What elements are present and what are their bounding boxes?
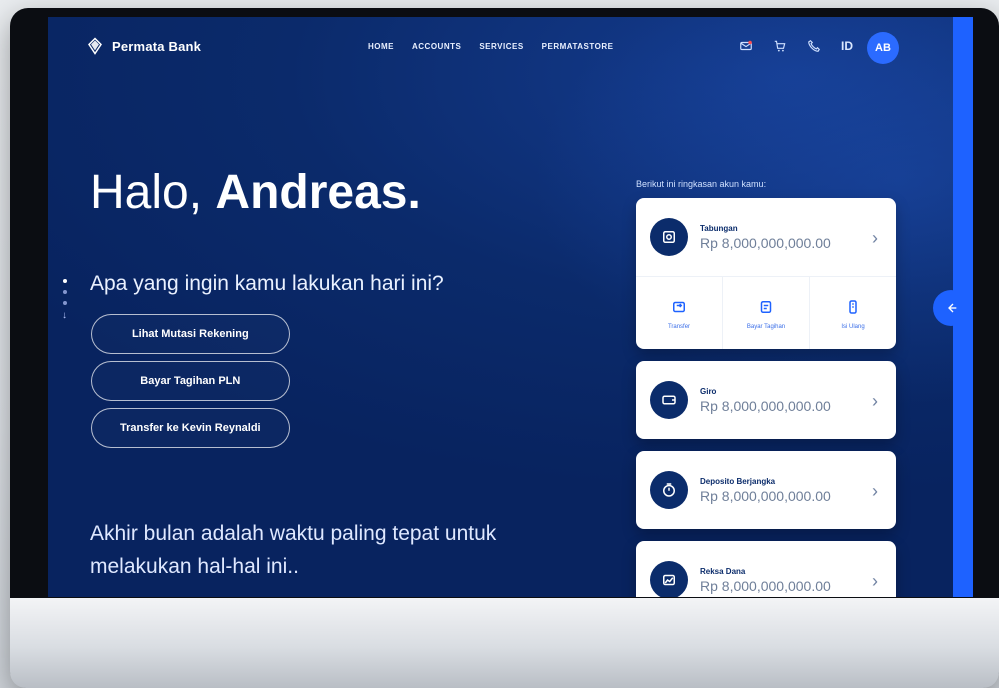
chevron-right-icon[interactable]: ›: [872, 481, 878, 502]
greeting-name: Andreas.: [215, 166, 421, 219]
chevron-right-icon[interactable]: ›: [872, 391, 878, 412]
action-bayar-tagihan-pln[interactable]: Bayar Tagihan PLN: [91, 361, 290, 401]
phone-icon[interactable]: [807, 39, 821, 53]
account-card-reksa-dana[interactable]: Reksa Dana Rp 8,000,000,000.00 ›: [636, 541, 896, 597]
account-action-label: Bayar Tagihan: [746, 324, 786, 330]
account-label: Tabungan: [700, 223, 738, 233]
avatar[interactable]: AB: [867, 32, 899, 64]
transfer-icon: [668, 296, 690, 318]
dot-active[interactable]: [62, 279, 67, 283]
account-amount: Rp 8,000,000,000.00: [700, 397, 831, 414]
main-nav: HOME ACCOUNTS SERVICES PERMATASTORE: [368, 42, 613, 51]
bill-icon: [755, 296, 777, 318]
nav-icons: ID: [739, 39, 853, 53]
account-card-info: Reksa Dana Rp 8,000,000,000.00: [700, 567, 831, 594]
account-card-actions: Transfer Bayar Tagihan Isi Ulang: [636, 276, 896, 349]
account-card-info: Deposito Berjangka Rp 8,000,000,000.00: [700, 477, 831, 504]
quick-actions: Lihat Mutasi Rekening Bayar Tagihan PLN …: [91, 314, 290, 448]
back-arrow-icon: [948, 303, 957, 313]
language-switch[interactable]: ID: [841, 39, 853, 53]
account-card-main[interactable]: Giro Rp 8,000,000,000.00 ›: [636, 361, 896, 439]
brand[interactable]: Permata Bank: [86, 37, 201, 55]
account-card-info: Giro Rp 8,000,000,000.00: [700, 387, 831, 414]
action-lihat-mutasi-rekening[interactable]: Lihat Mutasi Rekening: [91, 314, 290, 354]
account-label: Reksa Dana: [700, 566, 746, 576]
app-screen: Permata Bank HOME ACCOUNTS SERVICES PERM…: [48, 17, 973, 597]
account-action-transfer[interactable]: Transfer: [636, 277, 723, 349]
deposit-timer-icon: [650, 471, 688, 509]
greeting-prefix: Halo,: [90, 166, 203, 219]
account-card-deposito-berjangka[interactable]: Deposito Berjangka Rp 8,000,000,000.00 ›: [636, 451, 896, 529]
accounts-cards: Tabungan Rp 8,000,000,000.00 › Transfer: [636, 198, 896, 597]
chevron-right-icon[interactable]: ›: [872, 228, 878, 249]
rail-toggle-button[interactable]: [933, 290, 969, 326]
account-amount: Rp 8,000,000,000.00: [700, 234, 831, 251]
brand-logo-icon: [86, 37, 104, 55]
account-card-info: Tabungan Rp 8,000,000,000.00: [700, 224, 831, 251]
account-card-main[interactable]: Tabungan Rp 8,000,000,000.00 ›: [636, 198, 896, 276]
account-card-giro[interactable]: Giro Rp 8,000,000,000.00 ›: [636, 361, 896, 439]
nav-item-services[interactable]: SERVICES: [479, 42, 523, 51]
accounts-summary-title: Berikut ini ringkasan akun kamu:: [636, 179, 767, 189]
account-label: Deposito Berjangka: [700, 476, 776, 486]
safe-icon: [650, 218, 688, 256]
cart-icon[interactable]: [773, 39, 787, 53]
mail-icon[interactable]: [739, 39, 753, 53]
hero: Halo, Andreas.: [90, 166, 421, 220]
account-card-tabungan[interactable]: Tabungan Rp 8,000,000,000.00 › Transfer: [636, 198, 896, 349]
bottom-message: Akhir bulan adalah waktu paling tepat un…: [90, 522, 497, 578]
account-card-main[interactable]: Deposito Berjangka Rp 8,000,000,000.00 ›: [636, 451, 896, 529]
fund-icon: [650, 561, 688, 597]
nav-item-home[interactable]: HOME: [368, 42, 394, 51]
top-navbar: Permata Bank HOME ACCOUNTS SERVICES PERM…: [48, 17, 973, 73]
account-action-label: Isi Ulang: [841, 324, 865, 330]
brand-name: Permata Bank: [112, 38, 202, 54]
down-arrow-icon[interactable]: ↓: [62, 311, 67, 321]
account-action-label: Transfer: [667, 324, 691, 330]
laptop-base: [10, 598, 999, 688]
topup-icon: [842, 296, 864, 318]
account-amount: Rp 8,000,000,000.00: [700, 487, 831, 504]
hero-subtitle: Apa yang ingin kamu lakukan hari ini?: [90, 272, 444, 295]
dot[interactable]: [62, 290, 67, 294]
account-action-bayar-tagihan[interactable]: Bayar Tagihan: [723, 277, 810, 349]
nav-item-accounts[interactable]: ACCOUNTS: [412, 42, 461, 51]
wallet-icon: [650, 381, 688, 419]
action-transfer-kevin-reynaldi[interactable]: Transfer ke Kevin Reynaldi: [91, 408, 290, 448]
dot[interactable]: [62, 301, 67, 305]
account-amount: Rp 8,000,000,000.00: [700, 577, 831, 594]
nav-item-permatastore[interactable]: PERMATASTORE: [542, 42, 614, 51]
chevron-right-icon[interactable]: ›: [872, 571, 878, 592]
account-label: Giro: [700, 386, 717, 396]
page-dots: ↓: [62, 279, 67, 321]
account-action-isi-ulang[interactable]: Isi Ulang: [810, 277, 896, 349]
account-card-main[interactable]: Reksa Dana Rp 8,000,000,000.00 ›: [636, 541, 896, 597]
greeting: Halo, Andreas.: [90, 166, 421, 220]
